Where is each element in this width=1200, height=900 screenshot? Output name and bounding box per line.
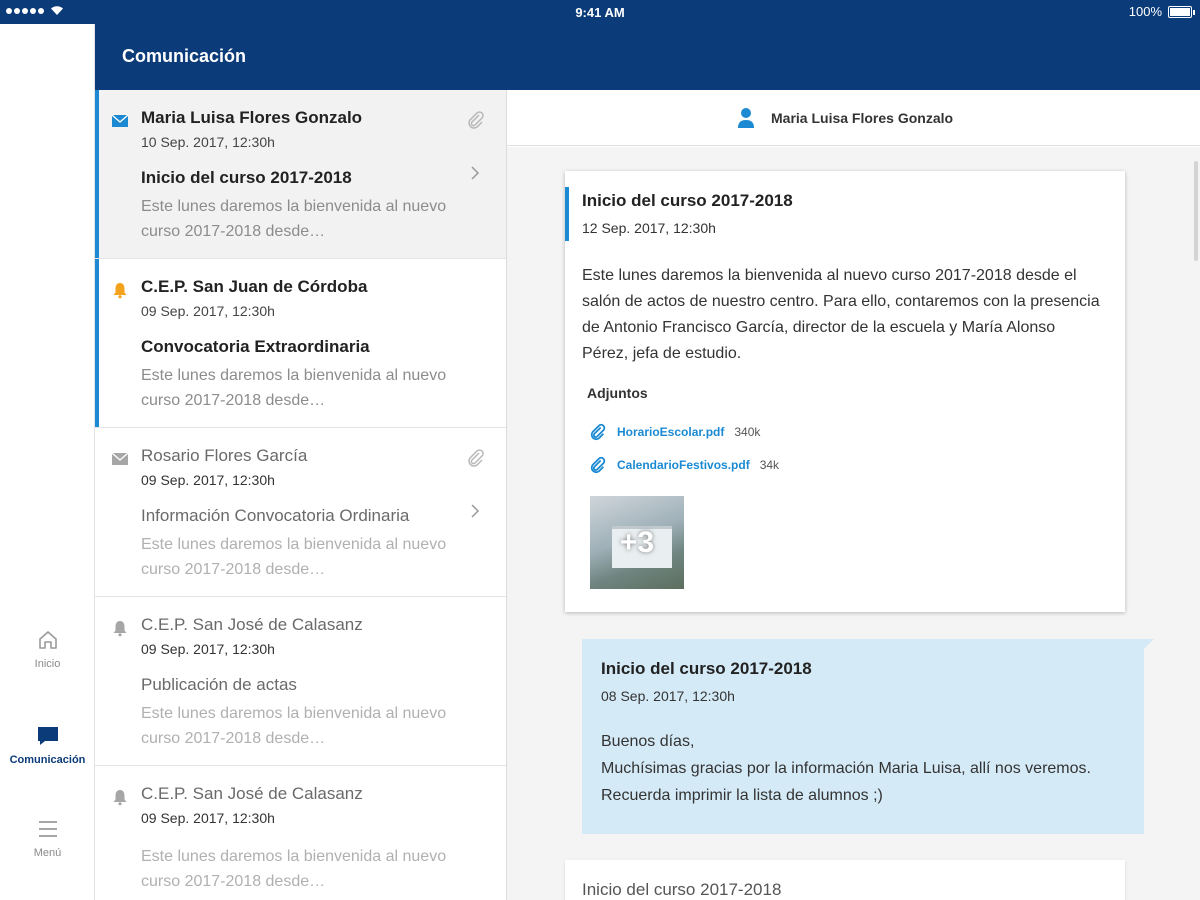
message-date: 10 Sep. 2017, 12:30h — [141, 134, 275, 150]
message-sender: C.E.P. San Juan de Córdoba — [141, 277, 368, 296]
message-date: 09 Sep. 2017, 12:30h — [141, 303, 275, 319]
battery-indicator: 100% — [1128, 4, 1195, 19]
unread-indicator — [95, 259, 99, 427]
paperclip-icon — [590, 423, 606, 441]
reply-bubble: Inicio del curso 2017-2018 08 Sep. 2017,… — [582, 639, 1154, 834]
conversation-header: Maria Luisa Flores Gonzalo — [507, 90, 1200, 146]
envelope-icon — [111, 452, 129, 465]
bell-icon — [113, 790, 127, 806]
message-sender: C.E.P. San José de Calasanz — [141, 615, 363, 634]
reply-subject: Inicio del curso 2017-2018 — [601, 659, 812, 678]
message-subject: Inicio del curso 2017-2018 — [582, 191, 793, 210]
message-preview: Este lunes daremos la bienvenida al nuev… — [141, 705, 447, 747]
image-gallery-thumbnail[interactable]: +3 — [590, 496, 684, 589]
attachment-icon — [468, 449, 484, 467]
paperclip-icon — [590, 456, 606, 474]
message-sender: C.E.P. San José de Calasanz — [141, 784, 363, 803]
message-card: Inicio del curso 2017-2018 12 Sep. 2017,… — [565, 171, 1125, 612]
bell-icon — [113, 621, 127, 637]
message-list-item[interactable]: C.E.P. San José de Calasanz 09 Sep. 2017… — [95, 597, 506, 766]
chat-icon — [37, 727, 58, 745]
nav-item-inicio[interactable]: Inicio — [0, 628, 95, 670]
chevron-right-icon — [471, 166, 480, 180]
message-list-item[interactable]: C.E.P. San Juan de Córdoba 09 Sep. 2017,… — [95, 259, 506, 428]
battery-percent: 100% — [1128, 4, 1162, 19]
message-accent-bar — [565, 187, 569, 241]
app-header: Comunicación — [95, 24, 1200, 90]
nav-item-label: Comunicación — [9, 754, 86, 766]
menu-icon — [38, 821, 57, 837]
nav-item-menu[interactable]: Menú — [0, 817, 95, 859]
message-subject: Inicio del curso 2017-2018 — [141, 168, 352, 187]
scrollbar[interactable] — [1194, 161, 1198, 261]
reply-date: 08 Sep. 2017, 12:30h — [601, 688, 735, 704]
status-bar: 9:41 AM 100% — [0, 0, 1200, 24]
selected-indicator — [95, 90, 99, 258]
attachment-link[interactable]: CalendarioFestivos.pdf 34k — [589, 456, 779, 474]
message-list-item[interactable]: C.E.P. San José de Calasanz 09 Sep. 2017… — [95, 766, 506, 900]
bell-icon — [113, 283, 127, 299]
message-preview: Este lunes daremos la bienvenida al nuev… — [141, 848, 447, 890]
message-subject: Inicio del curso 2017-2018 — [582, 880, 782, 899]
battery-icon — [1168, 5, 1195, 18]
conversation-contact: Maria Luisa Flores Gonzalo — [771, 110, 954, 126]
attachment-size: 340k — [734, 425, 761, 439]
chevron-right-icon — [471, 504, 480, 518]
home-icon — [38, 631, 57, 649]
message-subject: Convocatoria Extraordinaria — [141, 337, 370, 356]
attachment-size: 34k — [759, 458, 780, 472]
nav-rail: Inicio Comunicación Menú — [0, 24, 95, 900]
message-body: Este lunes daremos la bienvenida al nuev… — [582, 267, 1100, 362]
message-card: Inicio del curso 2017-2018 — [565, 860, 1125, 900]
page-title: Comunicación — [122, 46, 247, 66]
nav-item-label: Menú — [33, 847, 62, 859]
message-sender: Maria Luisa Flores Gonzalo — [141, 108, 363, 127]
nav-item-comunicacion[interactable]: Comunicación — [0, 724, 95, 766]
bubble-tail — [1144, 639, 1154, 649]
message-date: 09 Sep. 2017, 12:30h — [141, 810, 275, 826]
message-list: Maria Luisa Flores Gonzalo 10 Sep. 2017,… — [95, 90, 507, 900]
attachment-name: CalendarioFestivos.pdf — [617, 458, 750, 472]
more-images-count: +3 — [619, 525, 655, 559]
message-date: 09 Sep. 2017, 12:30h — [141, 641, 275, 657]
person-icon — [738, 108, 754, 128]
message-preview: Este lunes daremos la bienvenida al nuev… — [141, 536, 447, 578]
message-subject: Publicación de actas — [141, 675, 297, 694]
envelope-icon — [111, 114, 129, 127]
attachment-icon — [468, 111, 484, 129]
attachment-name: HorarioEscolar.pdf — [617, 425, 725, 439]
reply-body: Buenos días, Muchísimas gracias por la i… — [601, 733, 1091, 804]
message-preview: Este lunes daremos la bienvenida al nuev… — [141, 198, 447, 240]
conversation-thread[interactable]: Inicio del curso 2017-2018 12 Sep. 2017,… — [507, 147, 1200, 900]
nav-item-label: Inicio — [34, 658, 61, 670]
attachments-title: Adjuntos — [587, 385, 648, 401]
attachment-link[interactable]: HorarioEscolar.pdf 340k — [589, 423, 760, 441]
message-sender: Rosario Flores García — [141, 446, 308, 465]
message-date: 09 Sep. 2017, 12:30h — [141, 472, 275, 488]
status-time: 9:41 AM — [575, 5, 625, 20]
message-preview: Este lunes daremos la bienvenida al nuev… — [141, 367, 447, 409]
message-subject: Información Convocatoria Ordinaria — [141, 506, 410, 525]
message-list-item[interactable]: Maria Luisa Flores Gonzalo 10 Sep. 2017,… — [95, 90, 506, 259]
message-list-item[interactable]: Rosario Flores García 09 Sep. 2017, 12:3… — [95, 428, 506, 597]
message-date: 12 Sep. 2017, 12:30h — [582, 220, 716, 236]
